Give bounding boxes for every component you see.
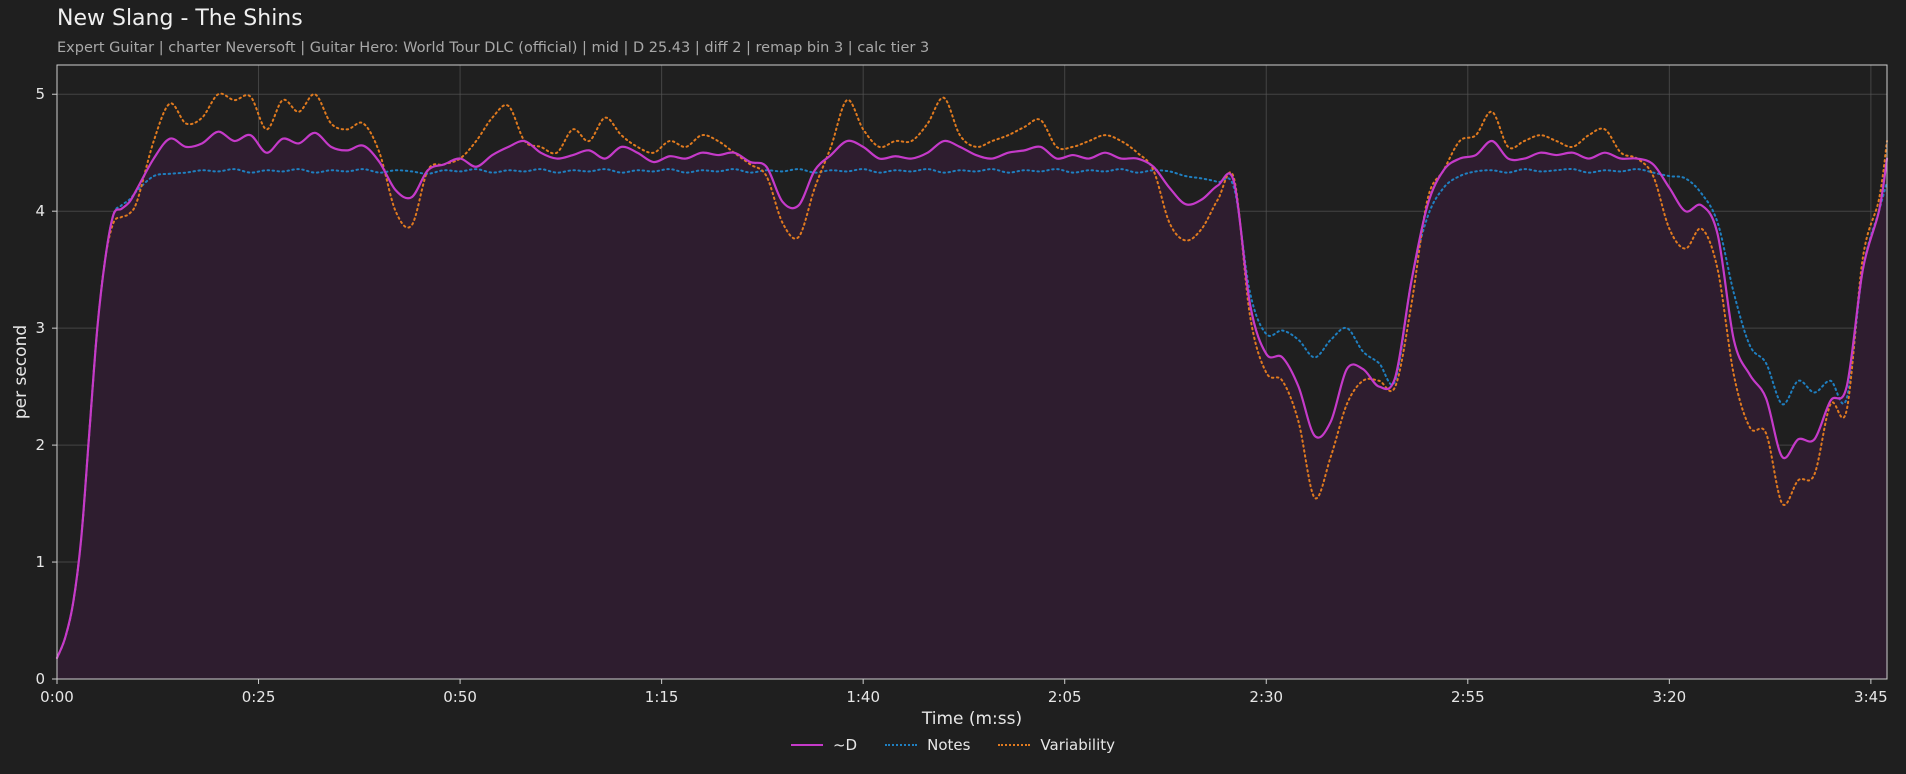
d-area-fill — [57, 131, 1887, 680]
x-tick-label: 2:05 — [1048, 688, 1082, 706]
x-tick-label: 0:25 — [242, 688, 276, 706]
y-tick-label: 0 — [35, 670, 45, 688]
legend-item-variability: Variability — [998, 736, 1115, 754]
y-tick-label: 2 — [35, 436, 45, 454]
x-tick-label: 0:00 — [40, 688, 74, 706]
x-tick-label: 3:45 — [1854, 688, 1888, 706]
y-axis-label: per second — [11, 325, 31, 419]
x-tick-label: 1:40 — [846, 688, 880, 706]
d-fill-area — [57, 131, 1887, 680]
x-tick-label: 0:50 — [443, 688, 477, 706]
y-tick-label: 1 — [35, 553, 45, 571]
x-tick-label: 1:15 — [645, 688, 679, 706]
legend-item-d: ~D — [790, 736, 858, 754]
legend-swatch-d — [790, 744, 823, 746]
y-tick-label: 5 — [35, 85, 45, 103]
legend-swatch-notes — [885, 744, 918, 746]
x-tick-label: 2:55 — [1451, 688, 1485, 706]
legend-label-notes: Notes — [927, 736, 971, 754]
legend-item-notes: Notes — [885, 736, 970, 754]
x-tick-label: 3:20 — [1652, 688, 1686, 706]
legend-swatch-variability — [998, 744, 1031, 746]
y-tick-label: 4 — [35, 202, 45, 220]
chart-svg: 0:00 0:25 0:50 1:15 1:40 2:05 2:30 2:55 3:20 3:45… — [11, 64, 1889, 729]
x-axis-label: Time (m:ss) — [921, 709, 1022, 729]
legend-label-d: ~D — [832, 736, 858, 754]
legend-label-variability: Variability — [1040, 736, 1116, 754]
legend: ~D Notes Variability — [0, 736, 1906, 754]
x-tick-label: 2:30 — [1249, 688, 1283, 706]
y-tick-label: 3 — [35, 319, 45, 337]
